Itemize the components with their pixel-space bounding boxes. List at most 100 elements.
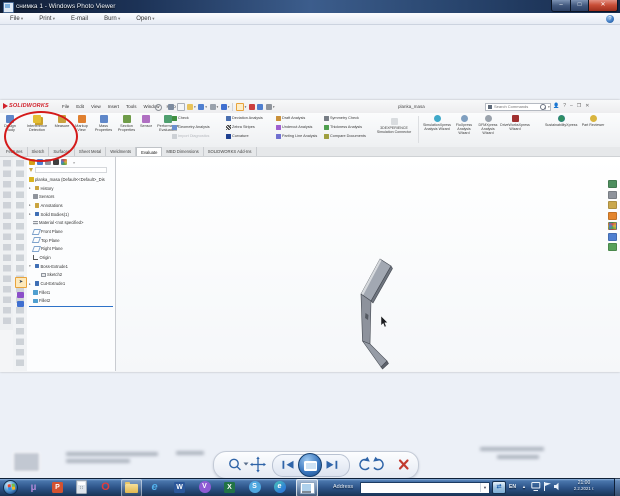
tree-item-annotations[interactable]: ▸ Annotations xyxy=(29,201,115,210)
show-hidden-icons[interactable]: ▲ xyxy=(522,484,526,489)
ribbon-import-diagnostics[interactable]: Import Diagnostics xyxy=(172,134,209,139)
rotate-clockwise-icon[interactable] xyxy=(369,455,384,475)
tab-evaluate[interactable]: Evaluate xyxy=(136,147,163,156)
tree-item-fillet1[interactable]: Fillet1 xyxy=(29,288,115,297)
taskbar-powerpoint[interactable]: P xyxy=(49,479,66,495)
tree-item-history[interactable]: ▸ History xyxy=(29,184,115,193)
menu-file[interactable]: File xyxy=(10,16,23,22)
sw-menu-view[interactable]: View xyxy=(91,104,101,109)
sw-search-box[interactable]: ▾ xyxy=(485,102,551,111)
view-palette-tab-icon[interactable] xyxy=(608,232,617,241)
ribbon-draft-analysis[interactable]: Draft Analysis xyxy=(276,116,305,121)
address-input[interactable] xyxy=(361,484,480,491)
maximize-button[interactable]: □ xyxy=(571,0,589,12)
taskbar-word[interactable]: W xyxy=(171,479,188,495)
tab-weldments[interactable]: Weldments xyxy=(106,147,137,156)
show-desktop-button[interactable] xyxy=(614,478,620,496)
search-dropdown-icon[interactable]: ▾ xyxy=(548,105,550,109)
search-commands-input[interactable] xyxy=(494,104,538,109)
file-properties-icon[interactable] xyxy=(257,104,264,110)
taskbar-explorer[interactable] xyxy=(121,479,142,496)
resources-tab-icon[interactable] xyxy=(608,190,617,199)
taskbar-utorrent[interactable]: µ xyxy=(25,479,42,495)
taskbar-skype[interactable]: S xyxy=(246,479,263,495)
tree-item-material[interactable]: Material <not specified> xyxy=(29,218,115,227)
previous-icon[interactable] xyxy=(278,455,296,475)
tray-clock[interactable]: 21:00 2.2.2021 г. xyxy=(563,480,605,491)
tree-item-sketch2[interactable]: Sketch2 xyxy=(29,271,115,280)
ribbon-curvature[interactable]: Curvature xyxy=(226,134,249,139)
taskbar-opera[interactable]: O xyxy=(97,479,114,495)
appearances-tab-icon[interactable] xyxy=(608,222,617,230)
ribbon-section-properties[interactable]: Section Properties xyxy=(115,115,138,132)
ribbon-deviation-analysis[interactable]: Deviation Analysis xyxy=(226,116,263,121)
sw-close-icon[interactable]: ✕ xyxy=(585,103,589,109)
select-tool-active[interactable]: ➤ xyxy=(15,277,27,288)
address-dropdown-icon[interactable]: ▼ xyxy=(480,483,489,492)
select-cursor-icon[interactable] xyxy=(235,103,244,111)
rebuild-icon[interactable] xyxy=(248,104,255,110)
tab-mbd-dimensions[interactable]: MBD Dimensions xyxy=(162,147,204,156)
save-icon[interactable] xyxy=(198,104,205,110)
design-library-tab-icon[interactable] xyxy=(608,201,617,209)
pin-menubar-icon[interactable] xyxy=(155,104,162,111)
menu-burn[interactable]: Burn xyxy=(104,16,120,22)
tab-solidworks-addins[interactable]: SOLIDWORKS Add-Ins xyxy=(204,147,257,156)
tree-item-sensors[interactable]: Sensors xyxy=(29,192,115,201)
filter-icon[interactable] xyxy=(29,168,33,172)
taskbar-edge[interactable]: e xyxy=(271,479,288,495)
minimize-button[interactable]: – xyxy=(551,0,571,12)
3d-part-bracket[interactable] xyxy=(330,240,450,372)
sw-left-toolbar-2[interactable] xyxy=(13,157,28,371)
tree-item-origin[interactable]: Origin xyxy=(29,253,115,262)
sw-left-toolbar-1[interactable] xyxy=(0,157,14,330)
tree-item-front-plane[interactable]: Front Plane xyxy=(29,227,115,236)
home-icon[interactable] xyxy=(168,104,174,110)
rollback-bar[interactable] xyxy=(29,306,113,308)
close-button[interactable]: ✕ xyxy=(589,0,618,12)
ribbon-sustainabilityxpress[interactable]: SustainabilityXpress xyxy=(545,115,577,127)
tree-item-fillet2[interactable]: Fillet2 xyxy=(29,297,115,306)
start-button[interactable] xyxy=(3,479,18,495)
ribbon-geometry-analysis[interactable]: Geometry Analysis xyxy=(172,125,210,130)
ribbon-simulationxpress[interactable]: SimulationXpress Analysis Wizard xyxy=(422,115,452,131)
tree-root[interactable]: planka_masa (Default<<Default>_Dis xyxy=(29,175,115,184)
zoom-icon[interactable] xyxy=(228,455,242,475)
tree-item-top-plane[interactable]: Top Plane xyxy=(29,236,115,245)
ribbon-sensor[interactable]: Sensor xyxy=(138,115,154,128)
open-icon[interactable] xyxy=(187,104,193,110)
undo-icon[interactable] xyxy=(220,104,227,110)
print-icon[interactable] xyxy=(209,104,216,110)
tree-item-cut-extrude1[interactable]: ▸ Cut-Extrude1 xyxy=(29,279,115,288)
sw-menu-edit[interactable]: Edit xyxy=(76,104,84,109)
tray-icons[interactable] xyxy=(531,481,561,493)
ribbon-floxpress[interactable]: FloXpress Analysis Wizard xyxy=(452,115,476,135)
menu-open[interactable]: Open xyxy=(136,16,154,22)
sw-menu-file[interactable]: File xyxy=(62,104,69,109)
tab-sheet-metal[interactable]: Sheet Metal xyxy=(75,147,107,156)
displaymanager-tab-icon[interactable] xyxy=(61,159,67,165)
taskbar-excel[interactable]: X xyxy=(221,479,238,495)
expand-panel-icon[interactable]: » xyxy=(73,160,75,165)
ribbon-check[interactable]: Check xyxy=(172,116,189,121)
menu-print[interactable]: Print xyxy=(39,16,55,22)
sw-restore-icon[interactable]: ❐ xyxy=(577,103,581,109)
help-icon[interactable]: ? xyxy=(606,15,614,23)
sw-login-icon[interactable]: 👤 xyxy=(553,103,559,109)
fit-to-window-icon[interactable] xyxy=(251,455,266,475)
sw-menu-tools[interactable]: Tools xyxy=(126,104,137,109)
next-icon[interactable] xyxy=(324,455,340,475)
ribbon-compare-documents[interactable]: Compare Documents xyxy=(324,134,366,139)
ribbon-dfmxpress[interactable]: DFMXpress Analysis Wizard xyxy=(476,115,500,135)
sketch-tool-icon[interactable] xyxy=(16,292,24,298)
sw-menu-insert[interactable]: Insert xyxy=(108,104,119,109)
custom-properties-tab-icon[interactable] xyxy=(608,243,617,251)
address-bar[interactable]: ▼ xyxy=(360,481,490,494)
tree-item-right-plane[interactable]: Right Plane xyxy=(29,245,115,254)
taskbar-internet-explorer[interactable]: e xyxy=(146,479,163,495)
menu-email[interactable]: E-mail xyxy=(71,16,88,22)
ribbon-mass-properties[interactable]: Mass Properties xyxy=(92,115,115,132)
ribbon-undercut-analysis[interactable]: Undercut Analysis xyxy=(276,125,312,130)
play-slideshow-button[interactable] xyxy=(298,453,322,477)
home-tab-icon[interactable] xyxy=(608,180,617,188)
